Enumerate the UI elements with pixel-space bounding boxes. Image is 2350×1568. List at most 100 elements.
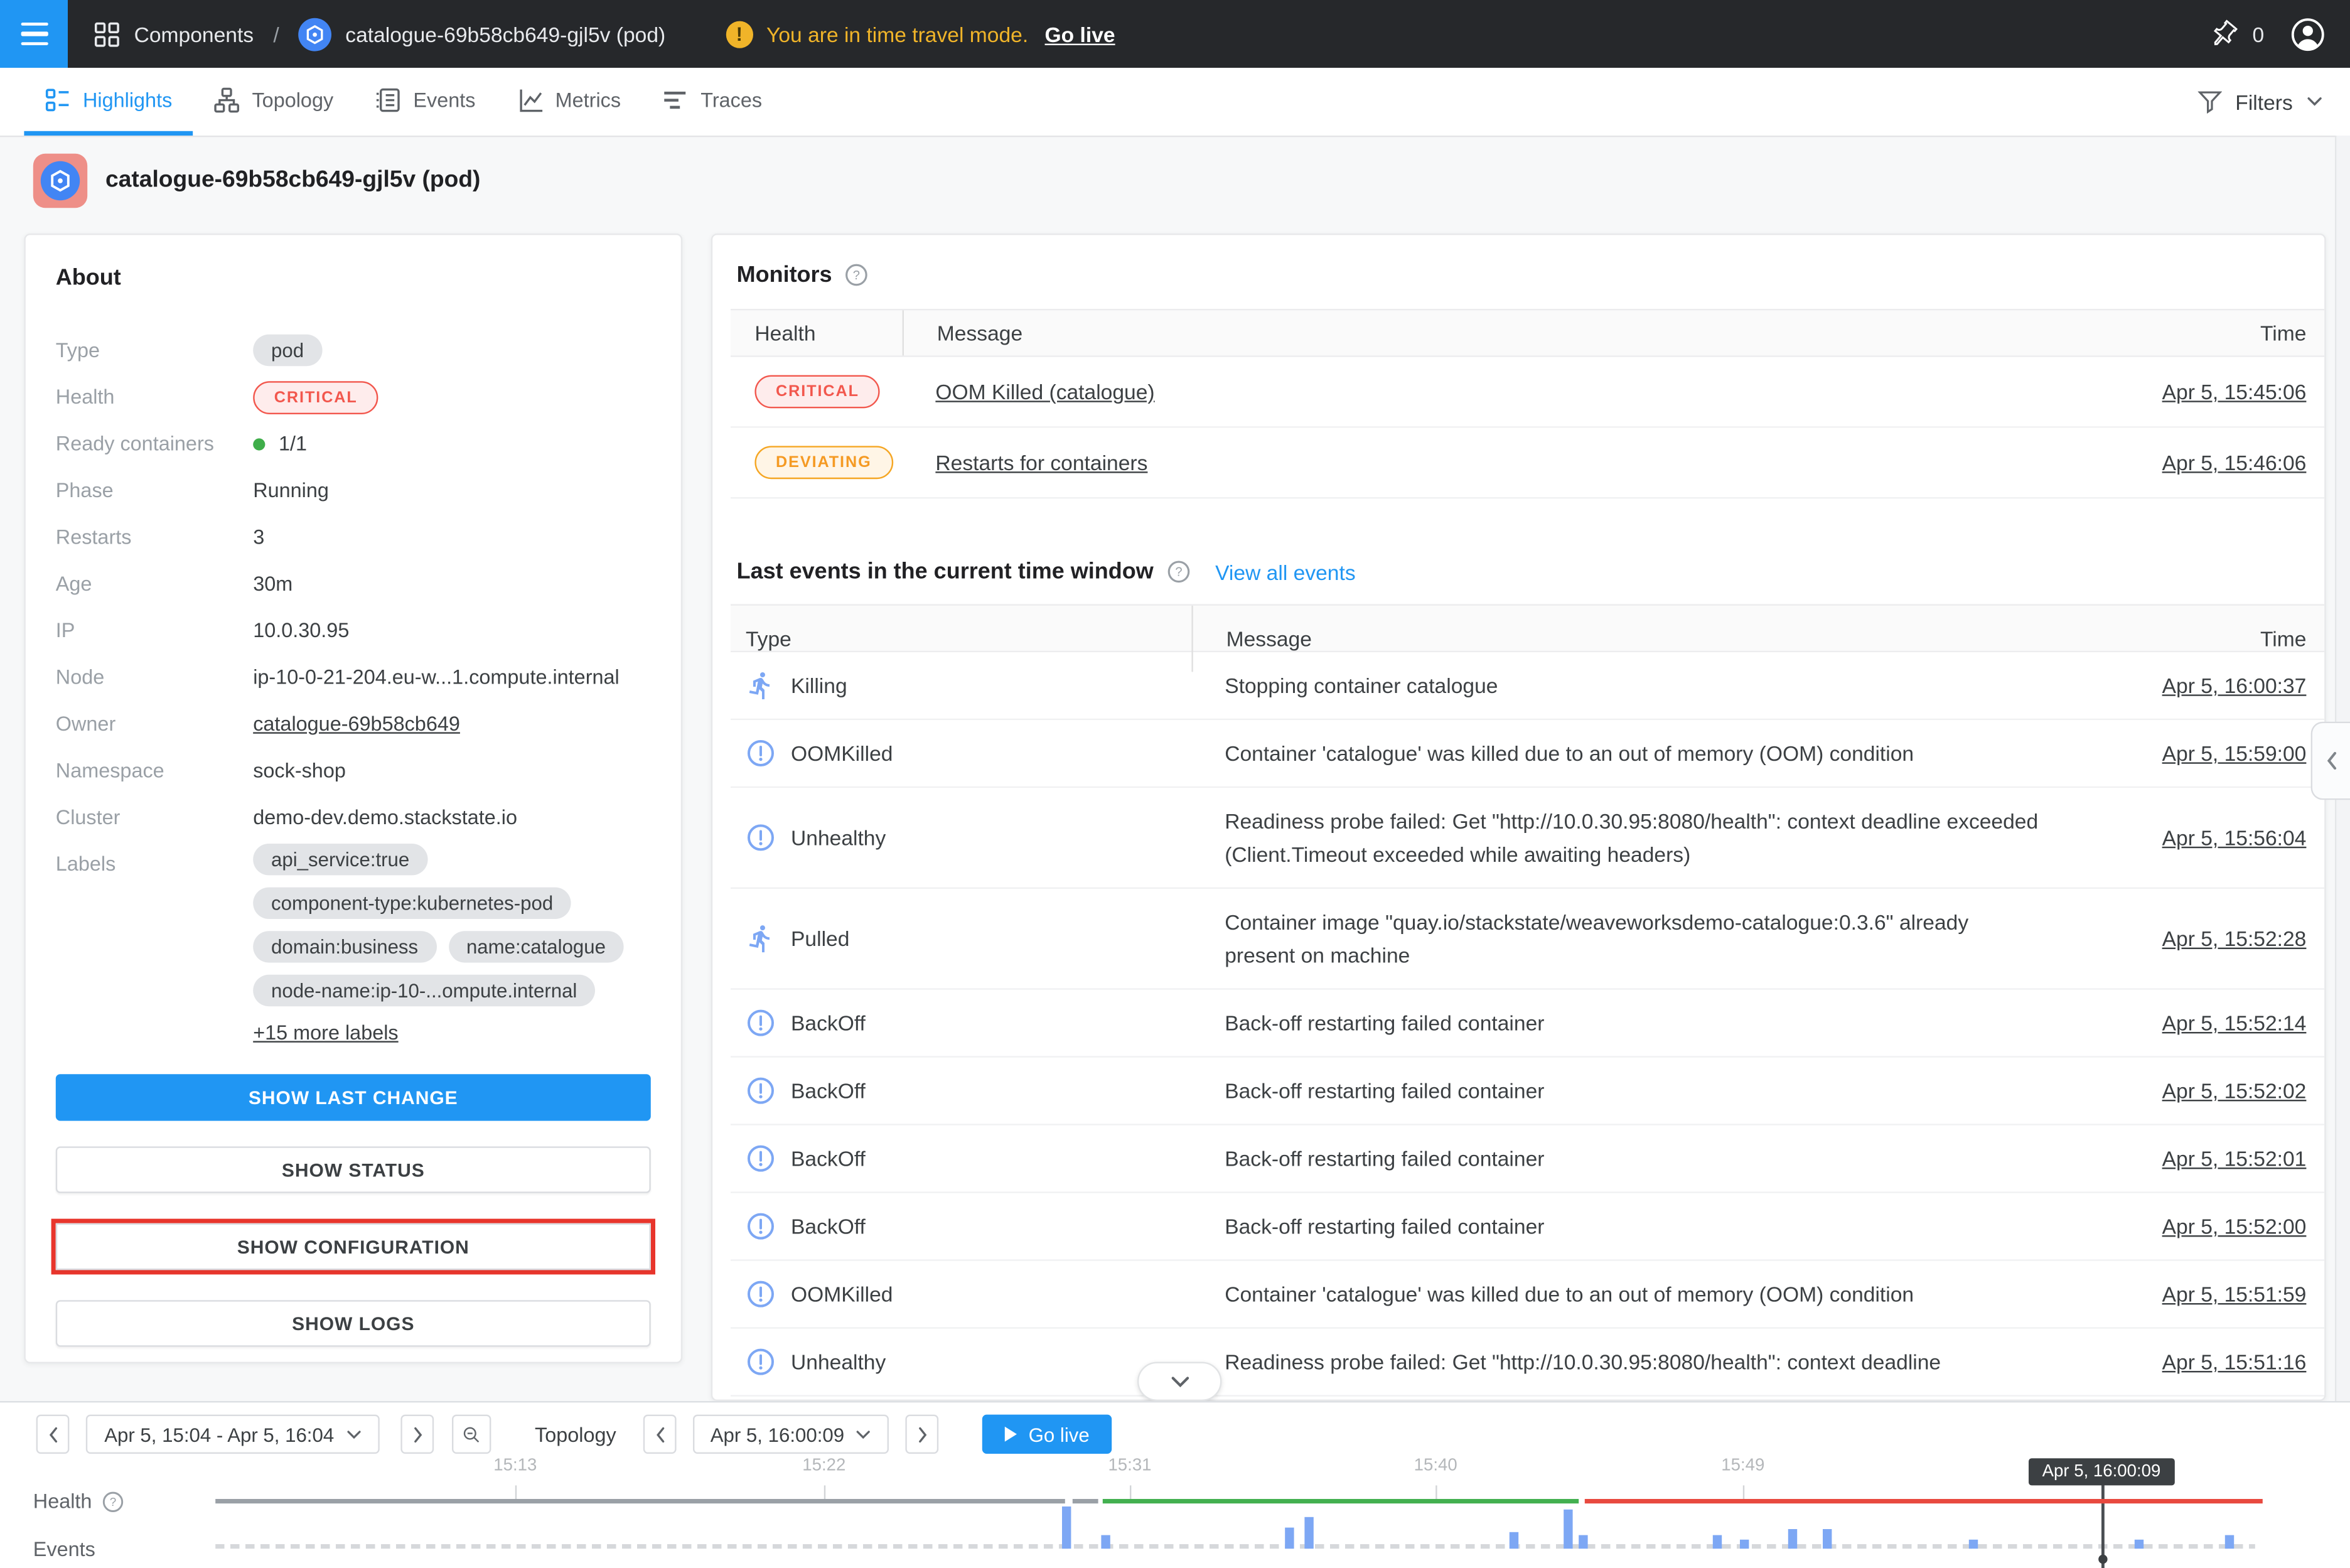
value-text: 1/1 <box>279 432 307 455</box>
alert-circle-icon <box>746 1211 776 1242</box>
tab-label: Traces <box>700 88 762 110</box>
event-row: KillingStopping container catalogueApr 5… <box>731 652 2324 720</box>
about-field-namespace: Namespacesock-shop <box>56 747 651 793</box>
event-time-cell: Apr 5, 15:59:00 <box>2068 720 2324 787</box>
help-icon[interactable]: ? <box>1167 561 1189 583</box>
tab-events[interactable]: Events <box>355 68 496 136</box>
event-bar <box>1823 1529 1832 1549</box>
breadcrumb: Components / catalogue-69b58cb649-gjl5v … <box>94 18 665 51</box>
time-link[interactable]: Apr 5, 15:51:16 <box>2162 1350 2307 1373</box>
range-next-button[interactable] <box>400 1415 434 1454</box>
event-message-cell: Back-off restarting failed container <box>1191 1125 2068 1192</box>
field-label: Restarts <box>56 526 253 549</box>
monitor-message-link[interactable]: Restarts for containers <box>935 451 1147 475</box>
event-time-cell: Apr 5, 15:52:02 <box>2068 1058 2324 1124</box>
help-icon[interactable]: ? <box>845 264 868 286</box>
field-value: Running <box>253 479 329 502</box>
field-label: Cluster <box>56 806 253 829</box>
instant-next-button[interactable] <box>905 1415 938 1454</box>
traces-icon <box>663 87 689 112</box>
health-segment <box>215 1499 1065 1503</box>
time-link[interactable]: Apr 5, 15:52:00 <box>2162 1214 2307 1238</box>
time-range-select[interactable]: Apr 5, 15:04 - Apr 5, 16:04 <box>86 1415 380 1454</box>
time-link[interactable]: Apr 5, 15:59:00 <box>2162 741 2307 765</box>
time-link[interactable]: Apr 5, 16:00:37 <box>2162 674 2307 697</box>
tick-mark <box>1743 1485 1744 1499</box>
monitors-table: Health Message Time CRITICALOOM Killed (… <box>731 309 2324 498</box>
tab-traces[interactable]: Traces <box>642 68 783 136</box>
about-field-type: Typepod <box>56 327 651 373</box>
tab-topology[interactable]: Topology <box>193 68 355 136</box>
time-link[interactable]: Apr 5, 15:51:59 <box>2162 1282 2307 1306</box>
playhead-line[interactable] <box>2101 1484 2105 1568</box>
chevron-down-icon <box>2306 97 2322 107</box>
field-label: Owner <box>56 712 253 735</box>
time-range-value: Apr 5, 15:04 - Apr 5, 16:04 <box>104 1423 334 1446</box>
show-status-button[interactable]: SHOW STATUS <box>56 1146 651 1193</box>
event-type-cell: Pulled <box>731 889 1191 988</box>
time-link[interactable]: Apr 5, 15:52:01 <box>2162 1146 2307 1170</box>
tab-highlights[interactable]: Highlights <box>24 68 193 136</box>
show-logs-button[interactable]: SHOW LOGS <box>56 1300 651 1346</box>
filters-button[interactable]: Filters <box>2197 68 2350 136</box>
field-label: IP <box>56 619 253 642</box>
time-link[interactable]: Apr 5, 15:46:06 <box>2162 451 2307 475</box>
monitor-message-link[interactable]: OOM Killed (catalogue) <box>935 380 1154 404</box>
breadcrumb-entity[interactable]: catalogue-69b58cb649-gjl5v (pod) <box>345 22 665 46</box>
time-link[interactable]: Apr 5, 15:52:28 <box>2162 926 2307 950</box>
go-live-button[interactable]: Go live <box>982 1415 1112 1454</box>
show-last-change-button[interactable]: SHOW LAST CHANGE <box>56 1074 651 1120</box>
event-type-label: BackOff <box>791 1214 866 1238</box>
view-all-events-link[interactable]: View all events <box>1215 560 1356 584</box>
range-previous-button[interactable] <box>36 1415 70 1454</box>
tab-metrics[interactable]: Metrics <box>496 68 642 136</box>
health-segment <box>1073 1499 1098 1503</box>
event-time-cell: Apr 5, 15:56:04 <box>2068 788 2324 887</box>
field-value: demo-dev.demo.stackstate.io <box>253 806 517 829</box>
event-type-label: OOMKilled <box>791 741 893 765</box>
pin-count: 0 <box>2252 22 2264 46</box>
event-row: PulledContainer image "quay.io/stackstat… <box>731 889 2324 990</box>
owner-link[interactable]: catalogue-69b58cb649 <box>253 712 460 735</box>
event-row: OOMKilledContainer 'catalogue' was kille… <box>731 1261 2324 1329</box>
expand-events-button[interactable] <box>1137 1362 1221 1401</box>
event-time-cell: Apr 5, 15:51:16 <box>2068 1329 2324 1395</box>
field-label: Health <box>56 385 253 408</box>
time-link[interactable]: Apr 5, 15:52:02 <box>2162 1078 2307 1102</box>
hamburger-menu-button[interactable] <box>0 0 68 68</box>
event-bar <box>1969 1540 1978 1549</box>
topology-instant-select[interactable]: Apr 5, 16:00:09 <box>693 1415 889 1454</box>
instant-previous-button[interactable] <box>643 1415 677 1454</box>
pod-icon <box>299 18 332 51</box>
pin-icon[interactable] <box>2209 19 2239 49</box>
column-header-message: Message <box>903 310 2069 355</box>
avatar[interactable] <box>2290 16 2326 52</box>
zoom-out-button[interactable] <box>452 1415 491 1454</box>
monitor-health-cell: DEVIATING <box>731 428 903 497</box>
go-live-link[interactable]: Go live <box>1045 22 1115 46</box>
event-type-label: BackOff <box>791 1078 866 1102</box>
metrics-icon <box>518 87 544 112</box>
runner-icon <box>746 670 776 701</box>
timeline-panel: Apr 5, 15:04 - Apr 5, 16:04 Topology Apr… <box>0 1401 2350 1568</box>
alert-circle-icon <box>746 1076 776 1106</box>
time-link[interactable]: Apr 5, 15:52:14 <box>2162 1011 2307 1034</box>
more-labels-link[interactable]: +15 more labels <box>253 1021 672 1044</box>
breadcrumb-section[interactable]: Components <box>134 22 254 46</box>
event-type-cell: BackOff <box>731 990 1191 1056</box>
help-icon[interactable]: ? <box>102 1491 124 1512</box>
event-type-cell: OOMKilled <box>731 720 1191 787</box>
topology-instant-value: Apr 5, 16:00:09 <box>711 1423 844 1446</box>
time-link[interactable]: Apr 5, 15:45:06 <box>2162 380 2307 404</box>
label-pill: name:catalogue <box>448 931 624 962</box>
events-table: Type Message Time KillingStopping contai… <box>731 604 2324 1396</box>
health-row-label: Health <box>33 1490 92 1513</box>
event-message-cell: Back-off restarting failed container <box>1191 1193 2068 1260</box>
label-pill: domain:business <box>253 931 436 962</box>
monitor-health-cell: CRITICAL <box>731 357 903 426</box>
time-link[interactable]: Apr 5, 15:56:04 <box>2162 825 2307 849</box>
health-segment <box>1585 1499 2263 1503</box>
collapse-panel-handle[interactable] <box>2311 722 2350 800</box>
show-configuration-button[interactable]: SHOW CONFIGURATION <box>56 1223 651 1270</box>
tab-label: Metrics <box>555 88 621 110</box>
